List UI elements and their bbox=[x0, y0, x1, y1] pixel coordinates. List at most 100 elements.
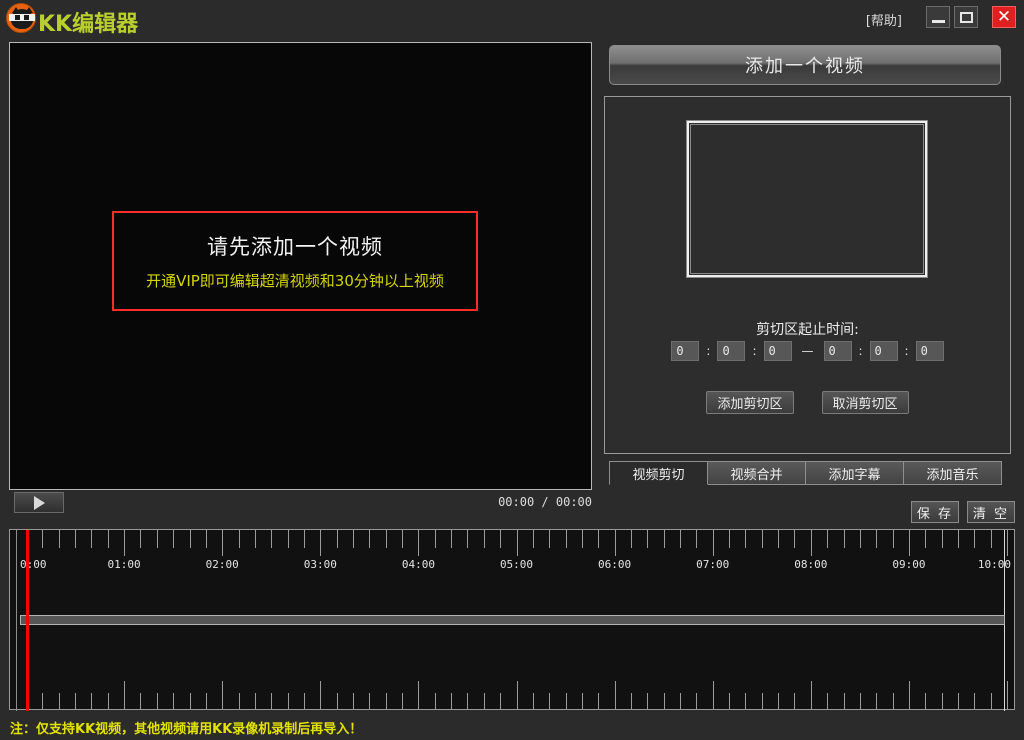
ruler-label: 06:00 bbox=[598, 558, 631, 571]
bottom-ruler-tick-minor bbox=[42, 693, 43, 709]
add-video-notice: 请先添加一个视频 开通VIP即可编辑超清视频和30分钟以上视频 bbox=[112, 211, 478, 311]
close-icon: ✕ bbox=[997, 9, 1011, 26]
bottom-ruler-tick-minor bbox=[925, 693, 926, 709]
maximize-button[interactable] bbox=[954, 6, 978, 28]
close-button[interactable]: ✕ bbox=[992, 6, 1016, 28]
clip-end-minute[interactable]: 0 bbox=[870, 341, 898, 361]
bottom-ruler-tick-minor bbox=[353, 693, 354, 709]
timeline-ruler-top: 0:0001:0002:0003:0004:0005:0006:0007:000… bbox=[10, 530, 1014, 578]
bottom-ruler-tick-minor bbox=[729, 693, 730, 709]
bottom-ruler-tick-major bbox=[1007, 681, 1008, 709]
kk-cat-logo-icon bbox=[6, 3, 36, 33]
ruler-tick-minor bbox=[844, 530, 845, 548]
ruler-tick-minor bbox=[75, 530, 76, 548]
right-panel: 剪切区起止时间: 0 : 0 : 0 — 0 : 0 : 0 添加剪切区 取消剪… bbox=[604, 96, 1011, 454]
ruler-tick-minor bbox=[958, 530, 959, 548]
ruler-tick-minor bbox=[680, 530, 681, 548]
timeline-playhead[interactable] bbox=[26, 530, 29, 711]
tab-add-subtitle[interactable]: 添加字幕 bbox=[806, 461, 904, 485]
ruler-tick-minor bbox=[925, 530, 926, 548]
add-video-button[interactable]: 添加一个视频 bbox=[609, 45, 1001, 85]
ruler-label: 02:00 bbox=[206, 558, 239, 571]
ruler-tick-major bbox=[811, 530, 812, 556]
bottom-ruler-tick-minor bbox=[157, 693, 158, 709]
bottom-ruler-tick-minor bbox=[402, 693, 403, 709]
bottom-ruler-tick-minor bbox=[75, 693, 76, 709]
bottom-ruler-tick-minor bbox=[304, 693, 305, 709]
clip-time-label: 剪切区起止时间: bbox=[605, 319, 1010, 339]
ruler-tick-minor bbox=[108, 530, 109, 548]
clip-start-minute[interactable]: 0 bbox=[717, 341, 745, 361]
minimize-button[interactable] bbox=[926, 6, 950, 28]
bottom-ruler-tick-major bbox=[418, 681, 419, 709]
bottom-ruler-tick-minor bbox=[582, 693, 583, 709]
ruler-tick-minor bbox=[190, 530, 191, 548]
ruler-tick-minor bbox=[991, 530, 992, 548]
ruler-tick-minor bbox=[974, 530, 975, 548]
bottom-ruler-tick-major bbox=[615, 681, 616, 709]
cancel-clip-button[interactable]: 取消剪切区 bbox=[822, 391, 909, 414]
app-title: KK编辑器 bbox=[38, 6, 138, 38]
bottom-ruler-tick-minor bbox=[794, 693, 795, 709]
bottom-ruler-tick-minor bbox=[860, 693, 861, 709]
play-button[interactable] bbox=[14, 492, 64, 513]
bottom-ruler-tick-major bbox=[124, 681, 125, 709]
clear-button[interactable]: 清 空 bbox=[967, 501, 1015, 523]
bottom-ruler-tick-major bbox=[222, 681, 223, 709]
ruler-tick-minor bbox=[582, 530, 583, 548]
ruler-tick-minor bbox=[467, 530, 468, 548]
tab-video-merge[interactable]: 视频合并 bbox=[708, 461, 806, 485]
help-link[interactable]: [帮助] bbox=[866, 10, 902, 29]
bottom-ruler-tick-minor bbox=[958, 693, 959, 709]
bottom-ruler-tick-major bbox=[517, 681, 518, 709]
ruler-tick-minor bbox=[647, 530, 648, 548]
timeline-ruler-bottom bbox=[10, 667, 1014, 709]
tab-video-cut[interactable]: 视频剪切 bbox=[609, 461, 708, 485]
ruler-tick-minor bbox=[353, 530, 354, 548]
clip-time-fields: 0 : 0 : 0 — 0 : 0 : 0 bbox=[605, 341, 1010, 361]
clip-start-second[interactable]: 0 bbox=[764, 341, 792, 361]
ruler-tick-minor bbox=[664, 530, 665, 548]
time-separator-1: : bbox=[699, 344, 717, 358]
bottom-ruler-tick-minor bbox=[893, 693, 894, 709]
ruler-label: 09:00 bbox=[892, 558, 925, 571]
bottom-ruler-tick-minor bbox=[762, 693, 763, 709]
bottom-ruler-tick-major bbox=[811, 681, 812, 709]
bottom-ruler-tick-minor bbox=[140, 693, 141, 709]
ruler-tick-minor bbox=[304, 530, 305, 548]
timeline-track-bar[interactable] bbox=[20, 615, 1005, 625]
video-preview-area[interactable]: 请先添加一个视频 开通VIP即可编辑超清视频和30分钟以上视频 bbox=[9, 42, 592, 490]
thumbnail-preview[interactable] bbox=[687, 121, 927, 277]
ruler-tick-minor bbox=[271, 530, 272, 548]
ruler-tick-minor bbox=[876, 530, 877, 548]
ruler-tick-minor bbox=[435, 530, 436, 548]
clip-end-second[interactable]: 0 bbox=[916, 341, 944, 361]
maximize-icon bbox=[960, 12, 973, 23]
clip-start-hour[interactable]: 0 bbox=[671, 341, 699, 361]
bottom-ruler-tick-major bbox=[320, 681, 321, 709]
bottom-ruler-tick-minor bbox=[664, 693, 665, 709]
timeline[interactable]: 0:0001:0002:0003:0004:0005:0006:0007:000… bbox=[9, 529, 1015, 710]
clip-end-hour[interactable]: 0 bbox=[824, 341, 852, 361]
ruler-tick-minor bbox=[860, 530, 861, 548]
ruler-tick-minor bbox=[827, 530, 828, 548]
ruler-tick-minor bbox=[239, 530, 240, 548]
bottom-ruler-tick-minor bbox=[239, 693, 240, 709]
bottom-ruler-tick-minor bbox=[631, 693, 632, 709]
ruler-tick-major bbox=[517, 530, 518, 556]
ruler-tick-major bbox=[909, 530, 910, 556]
bottom-ruler-tick-minor bbox=[173, 693, 174, 709]
save-button[interactable]: 保 存 bbox=[911, 501, 959, 523]
ruler-tick-major bbox=[418, 530, 419, 556]
ruler-tick-minor bbox=[762, 530, 763, 548]
bottom-ruler-tick-minor bbox=[942, 693, 943, 709]
bottom-ruler-tick-minor bbox=[386, 693, 387, 709]
title-bar: KK编辑器 [帮助] ✕ bbox=[0, 0, 1024, 36]
ruler-tick-minor bbox=[794, 530, 795, 548]
ruler-tick-minor bbox=[42, 530, 43, 548]
bottom-ruler-tick-minor bbox=[566, 693, 567, 709]
tab-add-music[interactable]: 添加音乐 bbox=[904, 461, 1002, 485]
add-clip-button[interactable]: 添加剪切区 bbox=[706, 391, 793, 414]
ruler-label: 03:00 bbox=[304, 558, 337, 571]
ruler-tick-major bbox=[222, 530, 223, 556]
